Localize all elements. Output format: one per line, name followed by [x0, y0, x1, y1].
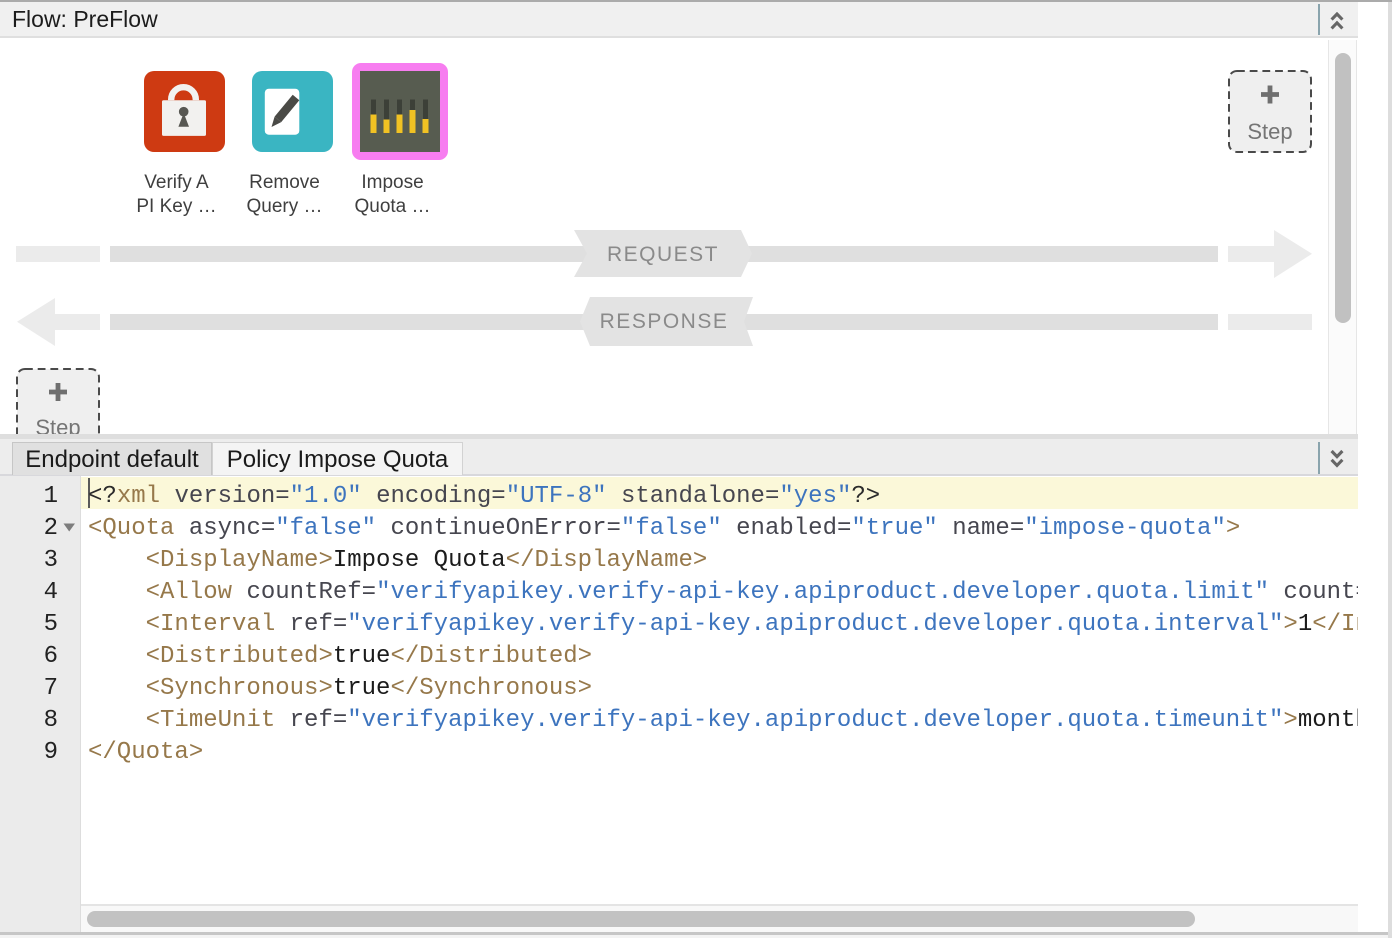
svg-text:RESPONSE: RESPONSE	[600, 310, 729, 333]
svg-text:Step: Step	[1247, 119, 1292, 144]
svg-text:REQUEST: REQUEST	[607, 243, 719, 266]
